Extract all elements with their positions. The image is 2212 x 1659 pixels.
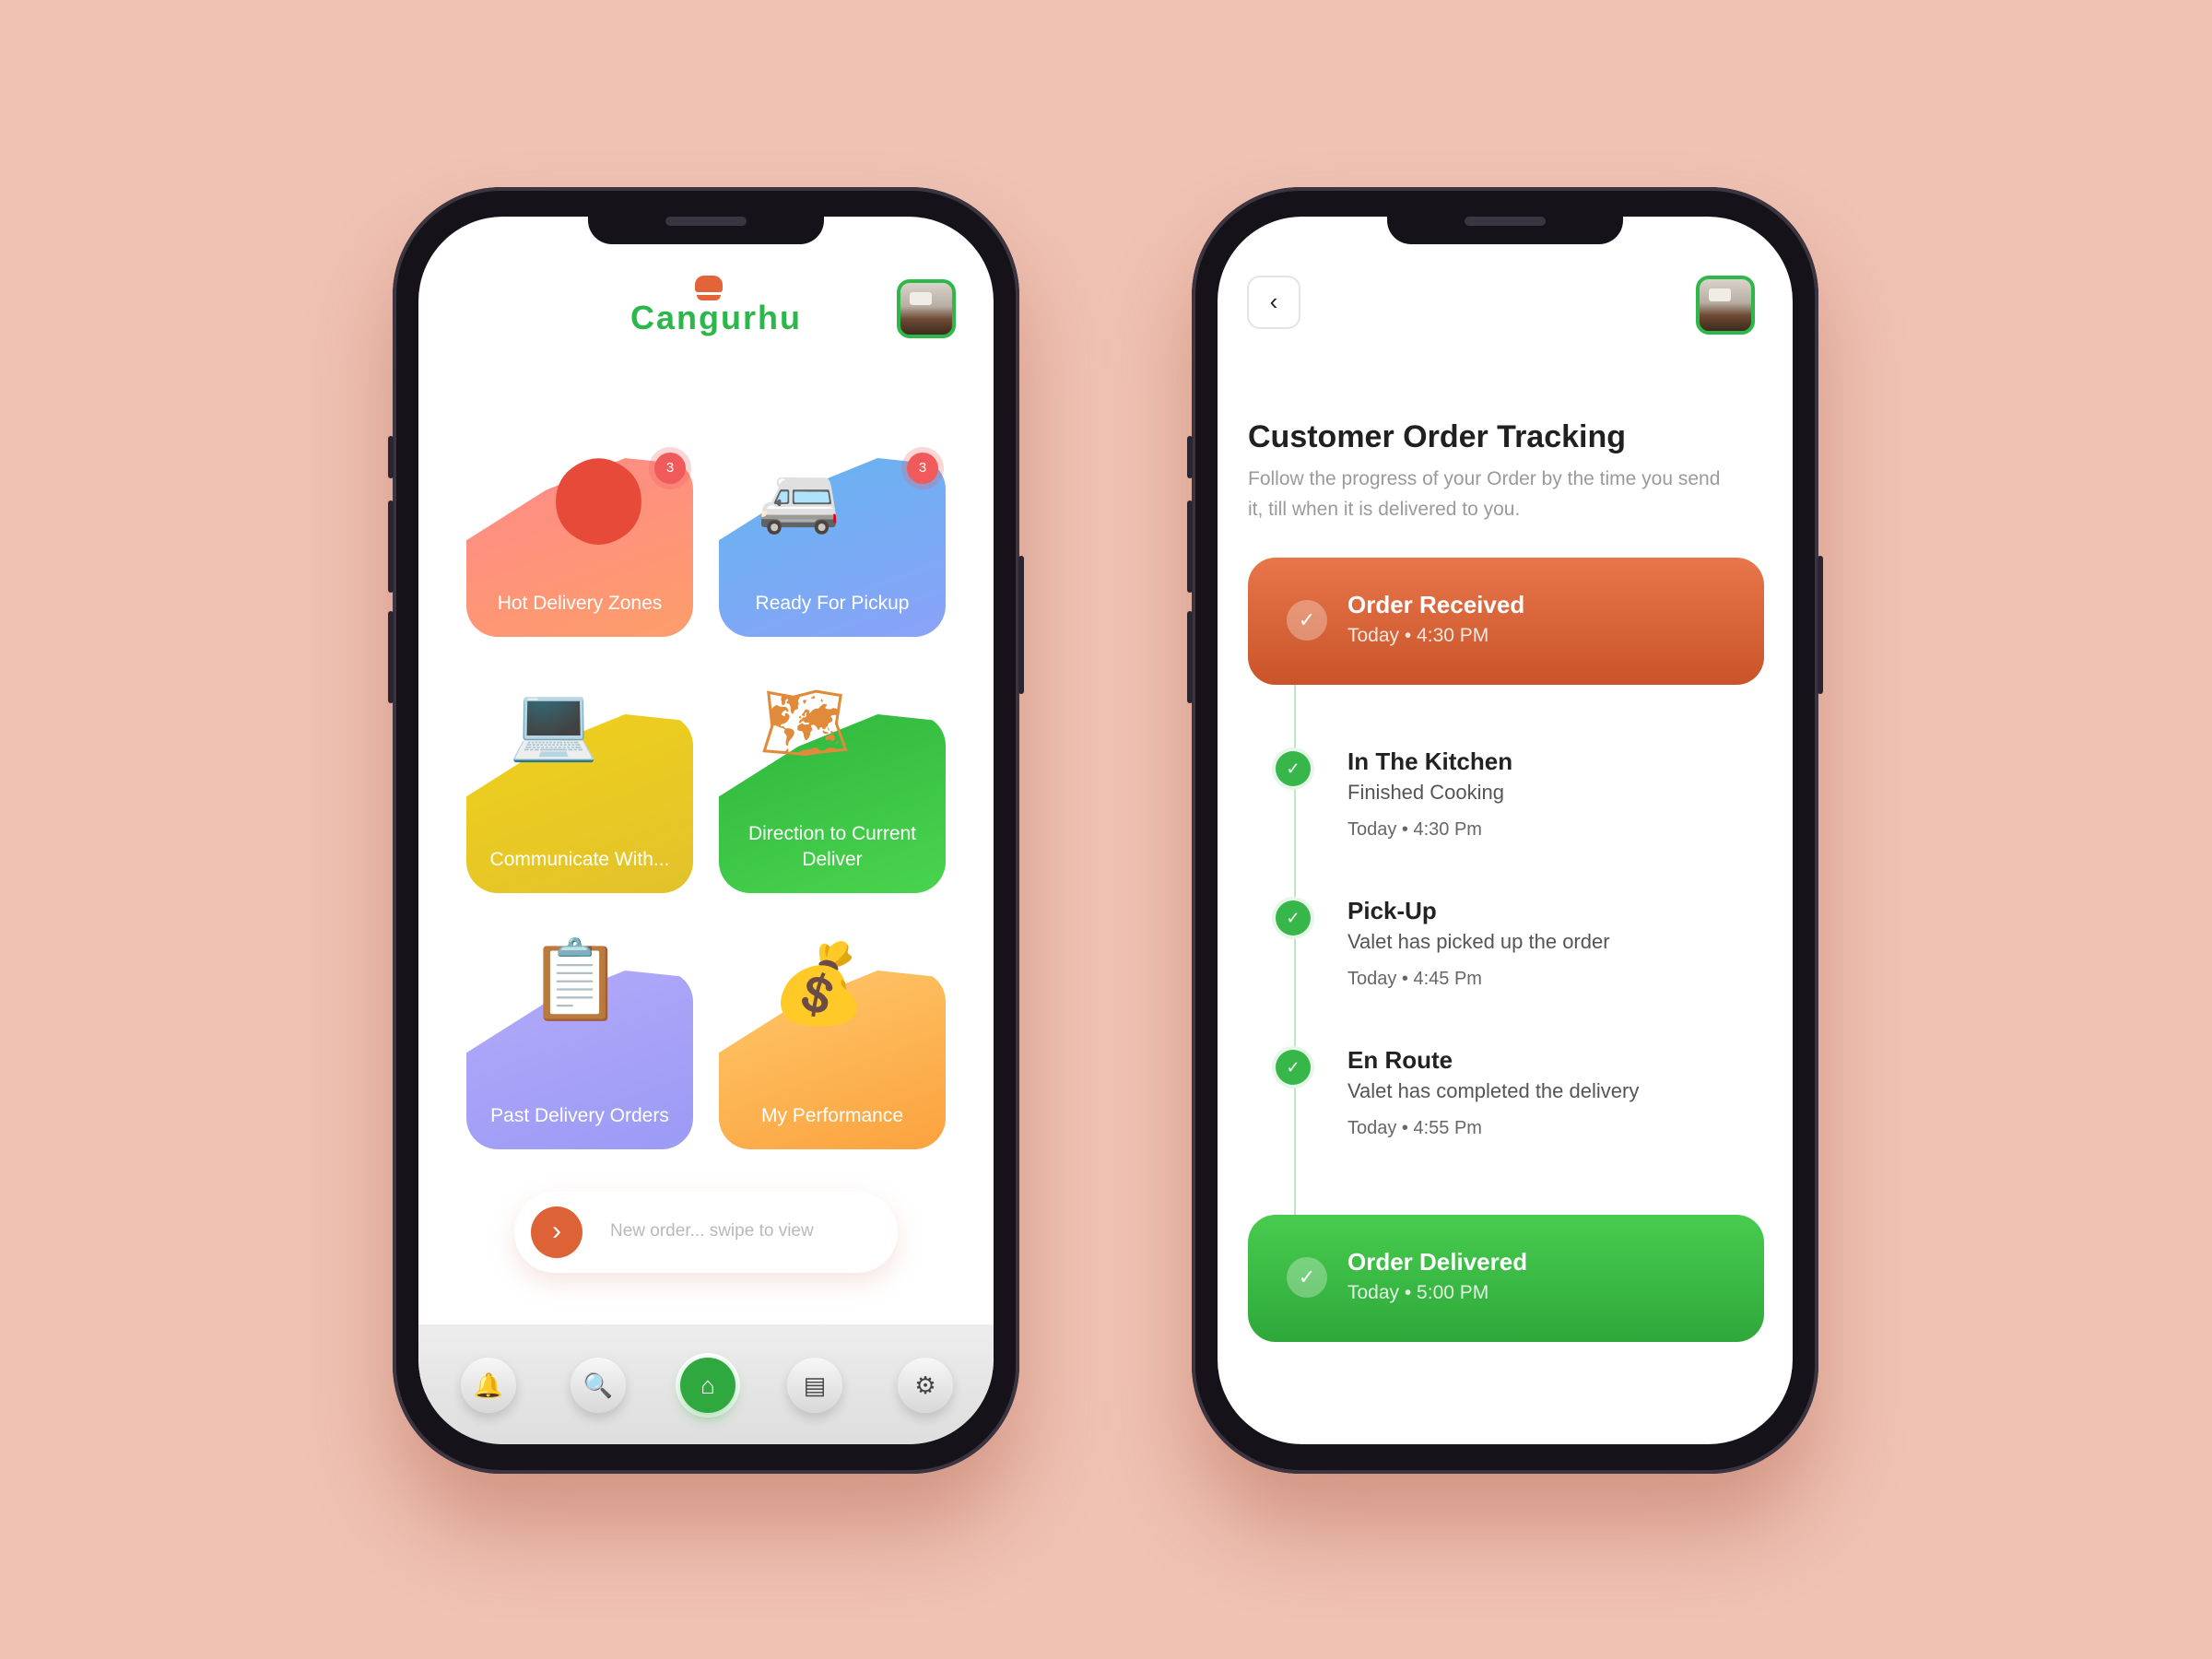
tracking-screen: ‹ Customer Order Tracking Follow the pro… xyxy=(1218,217,1793,1444)
chevron-right-icon[interactable]: › xyxy=(531,1206,582,1258)
back-button[interactable]: ‹ xyxy=(1247,276,1300,329)
money-bag-icon: 💰 xyxy=(771,940,867,1027)
check-circle-icon: ✓ xyxy=(1276,751,1311,786)
tile-my-performance[interactable]: 💰 My Performance xyxy=(719,945,946,1149)
profile-avatar[interactable] xyxy=(897,279,956,338)
step-description: Valet has completed the delivery xyxy=(1347,1079,1640,1102)
order-received-card: ✓ Order Received Today • 4:30 PM xyxy=(1248,558,1764,685)
check-circle-icon: ✓ xyxy=(1276,1050,1311,1085)
mute-switch xyxy=(1187,436,1193,478)
notch xyxy=(588,217,824,244)
home-icon[interactable]: ⌂ xyxy=(680,1358,735,1413)
notification-badge: 3 xyxy=(907,453,938,484)
map-icon: 🗺 xyxy=(759,682,852,763)
volume-down-button xyxy=(388,611,394,703)
logo-text: Cangurhu xyxy=(630,299,802,336)
chef-hat-icon xyxy=(695,276,723,292)
phone-home: Cangurhu ⬤ Hot Delivery Zones 3 🚐 Ready … xyxy=(388,187,1024,1474)
phone-tracking: ‹ Customer Order Tracking Follow the pro… xyxy=(1187,187,1823,1474)
clipboard-icon: 📋 xyxy=(527,936,624,1023)
page-subtitle: Follow the progress of your Order by the… xyxy=(1248,468,1721,520)
check-circle-icon: ✓ xyxy=(1276,900,1311,935)
tile-label: Communicate With... xyxy=(489,849,670,870)
swipe-hint: New order... swipe to view xyxy=(610,1221,814,1241)
step-description: Finished Cooking xyxy=(1347,781,1504,804)
chat-icon[interactable]: ▤ xyxy=(787,1358,842,1413)
step-time: Today • 4:55 Pm xyxy=(1347,1118,1482,1138)
status-title: Order Delivered xyxy=(1347,1248,1528,1276)
tile-label: Past Delivery Orders xyxy=(490,1105,669,1126)
tile-label: Direction to Current Deliver xyxy=(747,823,917,870)
bell-icon[interactable]: 🔔 xyxy=(461,1358,516,1413)
tile-ready-for-pickup[interactable]: 🚐 Ready For Pickup 3 xyxy=(719,453,946,637)
profile-avatar[interactable] xyxy=(1696,276,1755,335)
step-title: In The Kitchen xyxy=(1347,747,1513,775)
volume-up-button xyxy=(388,500,394,593)
step-time: Today • 4:30 Pm xyxy=(1347,819,1482,840)
delivery-van-icon: 🚐 xyxy=(758,462,841,535)
app-logo: Cangurhu xyxy=(630,276,802,337)
tile-hot-delivery-zones[interactable]: ⬤ Hot Delivery Zones 3 xyxy=(466,453,693,637)
new-order-swipe[interactable]: › New order... swipe to view xyxy=(514,1192,898,1273)
power-button xyxy=(1818,556,1823,694)
power-button xyxy=(1018,556,1024,694)
volume-down-button xyxy=(1187,611,1193,703)
tile-communicate-with[interactable]: 💻 Communicate With... xyxy=(466,687,693,893)
notch xyxy=(1387,217,1623,244)
notification-badge: 3 xyxy=(654,453,686,484)
mute-switch xyxy=(388,436,394,478)
tile-past-delivery-orders[interactable]: 📋 Past Delivery Orders xyxy=(466,941,693,1149)
status-title: Order Received xyxy=(1347,591,1525,618)
search-icon[interactable]: 🔍 xyxy=(571,1358,626,1413)
status-time: Today • 4:30 PM xyxy=(1347,625,1489,646)
tile-label: Hot Delivery Zones xyxy=(497,593,663,614)
tile-direction-to-current-deliver[interactable]: 🗺 Direction to Current Deliver xyxy=(719,687,946,893)
step-description: Valet has picked up the order xyxy=(1347,930,1610,953)
tile-label: My Performance xyxy=(760,1105,904,1126)
tile-label: Ready For Pickup xyxy=(755,593,910,614)
status-time: Today • 5:00 PM xyxy=(1347,1282,1489,1303)
settings-icon[interactable]: ⚙ xyxy=(898,1358,953,1413)
volume-up-button xyxy=(1187,500,1193,593)
bottom-nav: 🔔 🔍 ⌂ ▤ ⚙ xyxy=(418,1324,994,1444)
order-delivered-card: ✓ Order Delivered Today • 5:00 PM xyxy=(1248,1215,1764,1342)
step-time: Today • 4:45 Pm xyxy=(1347,969,1482,989)
check-circle-icon: ✓ xyxy=(1287,1257,1327,1298)
location-pin-icon: ⬤ xyxy=(551,448,646,542)
home-screen: Cangurhu ⬤ Hot Delivery Zones 3 🚐 Ready … xyxy=(418,217,994,1444)
laptop-phone-icon: 💻 xyxy=(509,682,599,763)
check-circle-icon: ✓ xyxy=(1287,600,1327,641)
page-title: Customer Order Tracking xyxy=(1248,419,1627,454)
chevron-left-icon: ‹ xyxy=(1269,288,1278,315)
step-title: Pick-Up xyxy=(1347,897,1437,924)
step-title: En Route xyxy=(1347,1046,1453,1074)
